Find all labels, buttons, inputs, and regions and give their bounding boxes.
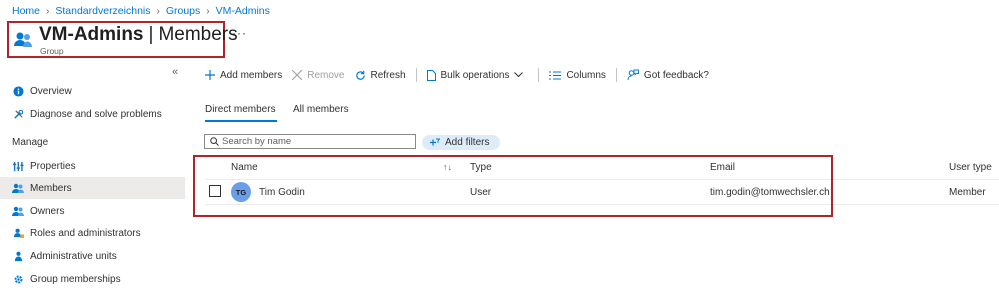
add-members-label: Add members bbox=[220, 69, 283, 81]
sidebar-item-diagnose[interactable]: Diagnose and solve problems bbox=[0, 103, 185, 125]
document-icon bbox=[426, 69, 436, 81]
remove-label: Remove bbox=[307, 69, 345, 81]
sidebar-item-properties[interactable]: Properties bbox=[0, 155, 185, 177]
close-icon bbox=[292, 70, 303, 80]
plus-icon bbox=[205, 70, 215, 80]
tab-all-members[interactable]: All members bbox=[293, 104, 349, 115]
group-name: VM-Admins bbox=[39, 24, 144, 45]
chevron-right-icon: › bbox=[46, 5, 50, 17]
toolbar-divider bbox=[615, 68, 617, 82]
bulk-operations-button[interactable]: Bulk operations bbox=[426, 69, 529, 81]
command-bar: Add members Remove Refresh Bulk operatio… bbox=[205, 68, 719, 82]
search-field[interactable] bbox=[204, 134, 416, 149]
sidebar-item-group-memberships[interactable]: Group memberships bbox=[0, 268, 185, 290]
add-filters-label: Add filters bbox=[445, 137, 490, 148]
sidebar-item-label: Diagnose and solve problems bbox=[30, 108, 162, 120]
sidebar-item-label: Roles and administrators bbox=[30, 227, 141, 239]
section-name: Members bbox=[158, 24, 238, 45]
members-icon bbox=[12, 182, 24, 194]
title-separator: | bbox=[148, 24, 154, 45]
owners-icon bbox=[12, 205, 24, 217]
sidebar-item-label: Administrative units bbox=[30, 250, 117, 262]
tab-direct-members[interactable]: Direct members bbox=[205, 104, 276, 115]
breadcrumb-directory[interactable]: Standardverzeichnis bbox=[55, 5, 150, 17]
collapse-sidebar-button[interactable]: « bbox=[172, 66, 178, 78]
active-tab-indicator bbox=[205, 120, 277, 122]
breadcrumb-home[interactable]: Home bbox=[12, 5, 40, 17]
breadcrumb-groups[interactable]: Groups bbox=[166, 5, 200, 17]
column-header-user-type[interactable]: User type bbox=[949, 162, 992, 173]
filter-icon bbox=[429, 138, 440, 147]
sidebar-item-label: Overview bbox=[30, 85, 72, 97]
breadcrumb: Home › Standardverzeichnis › Groups › VM… bbox=[12, 5, 270, 17]
search-icon bbox=[210, 137, 219, 146]
chevron-down-icon bbox=[514, 72, 524, 78]
admin-units-icon bbox=[12, 250, 24, 262]
refresh-label: Refresh bbox=[370, 69, 406, 81]
chevron-right-icon: › bbox=[156, 5, 160, 17]
toolbar-divider bbox=[415, 68, 417, 82]
columns-icon bbox=[549, 71, 562, 80]
refresh-button[interactable]: Refresh bbox=[355, 70, 406, 81]
info-icon bbox=[12, 85, 24, 97]
feedback-button[interactable]: Got feedback? bbox=[627, 69, 709, 81]
sidebar-item-label: Members bbox=[30, 182, 72, 194]
breadcrumb-group[interactable]: VM-Admins bbox=[216, 5, 270, 17]
sidebar-item-overview[interactable]: Overview bbox=[0, 80, 185, 102]
page-subtitle: Group bbox=[40, 46, 64, 56]
more-options-button[interactable]: ··· bbox=[232, 26, 247, 40]
columns-button[interactable]: Columns bbox=[549, 69, 606, 81]
sidebar-item-label: Owners bbox=[30, 205, 65, 217]
add-members-button[interactable]: Add members bbox=[205, 70, 282, 81]
group-icon bbox=[13, 30, 33, 50]
gear-icon bbox=[12, 273, 24, 285]
chevron-right-icon: › bbox=[206, 5, 210, 17]
page-title: VM-Admins | Members bbox=[39, 24, 238, 46]
table-highlight-box bbox=[193, 155, 833, 217]
feedback-icon bbox=[627, 69, 639, 81]
feedback-label: Got feedback? bbox=[643, 69, 709, 81]
properties-icon bbox=[12, 160, 24, 172]
search-input[interactable] bbox=[219, 136, 402, 147]
sidebar-item-owners[interactable]: Owners bbox=[0, 200, 185, 222]
wrench-icon bbox=[12, 108, 24, 120]
sidebar-item-label: Properties bbox=[30, 160, 76, 172]
columns-label: Columns bbox=[566, 69, 606, 81]
sidebar-heading-manage: Manage bbox=[12, 137, 49, 148]
roles-icon bbox=[12, 227, 24, 239]
add-filters-button[interactable]: Add filters bbox=[422, 135, 500, 150]
remove-button[interactable]: Remove bbox=[292, 69, 345, 81]
sidebar-item-label: Group memberships bbox=[30, 273, 121, 285]
sidebar-item-roles[interactable]: Roles and administrators bbox=[0, 222, 185, 244]
member-user-type: Member bbox=[949, 187, 986, 198]
sidebar-item-members[interactable]: Members bbox=[0, 177, 185, 199]
refresh-icon bbox=[355, 70, 366, 81]
toolbar-divider bbox=[538, 68, 540, 82]
bulk-operations-label: Bulk operations bbox=[440, 69, 510, 81]
sidebar-item-admin-units[interactable]: Administrative units bbox=[0, 245, 185, 267]
